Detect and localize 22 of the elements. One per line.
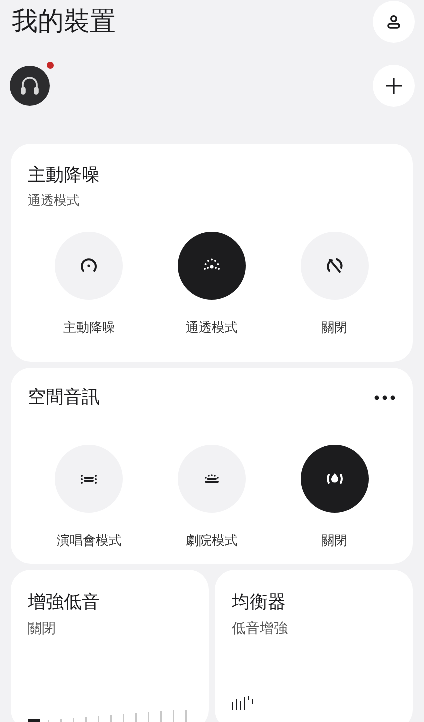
mode-label: 通透模式 (186, 320, 238, 338)
mode-label: 劇院模式 (186, 533, 238, 551)
profile-button[interactable] (373, 1, 415, 43)
equalizer-bars-icon (232, 696, 254, 710)
add-button[interactable] (373, 65, 415, 107)
card-title: 均衡器 (232, 591, 287, 615)
slider-thumb[interactable] (28, 719, 40, 722)
person-icon (386, 14, 402, 30)
headphones-icon (18, 74, 42, 98)
mode-label: 演唱會模式 (56, 533, 122, 551)
card-title: 增強低音 (28, 591, 101, 615)
mode-label: 關閉 (322, 533, 348, 551)
card-status: 通透模式 (28, 193, 81, 211)
card-status: 關閉 (28, 620, 57, 639)
page-title: 我的裝置 (12, 6, 116, 39)
card-status: 低音增強 (232, 620, 289, 639)
mode-label: 關閉 (322, 320, 348, 338)
more-icon[interactable] (374, 395, 396, 401)
mode-label: 主動降噪 (63, 320, 116, 338)
card-title: 主動降噪 (28, 164, 101, 188)
card-title: 空間音訊 (28, 386, 100, 410)
plus-icon (385, 77, 403, 95)
